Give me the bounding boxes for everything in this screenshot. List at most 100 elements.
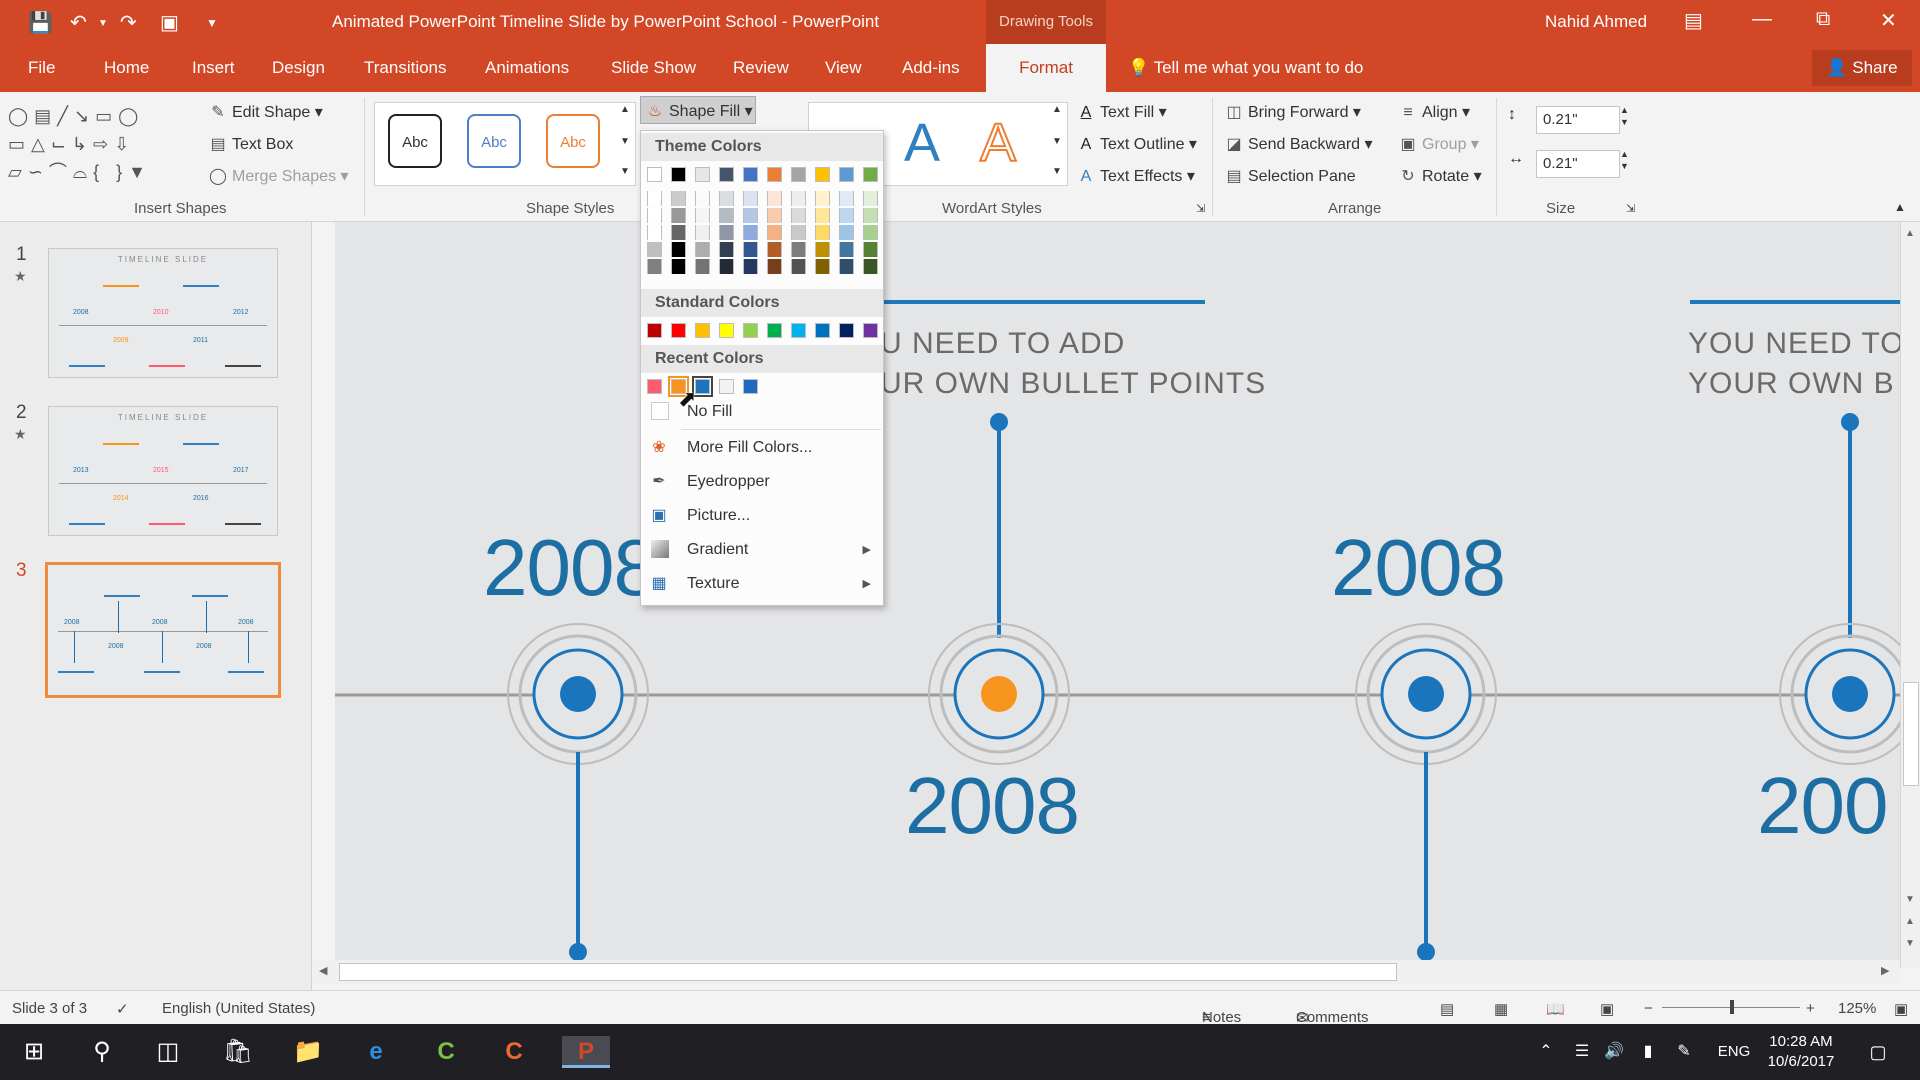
edit-shape-button[interactable]: ✎ Edit Shape ▾ xyxy=(208,102,322,122)
tab-review[interactable]: Review xyxy=(733,58,789,78)
theme-color-shade-swatch[interactable] xyxy=(719,208,734,223)
theme-color-shade-swatch[interactable] xyxy=(815,225,830,240)
theme-color-shade-swatch[interactable] xyxy=(839,191,854,206)
windows-start-icon[interactable]: ⊞ xyxy=(14,1036,54,1068)
zoom-slider-thumb[interactable] xyxy=(1730,1000,1734,1014)
theme-color-shade-swatch[interactable] xyxy=(743,242,758,257)
shape-style-orange[interactable]: Abc xyxy=(546,114,600,168)
theme-color-swatch[interactable] xyxy=(671,167,686,182)
height-spinner-icon[interactable]: ▲ ▼ xyxy=(1620,104,1629,128)
powerpoint-taskbar-icon[interactable]: P xyxy=(562,1036,610,1068)
wordart-scroll-up-icon[interactable]: ▲ xyxy=(1052,104,1062,115)
wordart-more-icon[interactable]: ▼ xyxy=(1052,166,1062,177)
theme-color-shade-swatch[interactable] xyxy=(767,208,782,223)
theme-color-shade-swatch[interactable] xyxy=(647,259,662,274)
theme-color-swatch[interactable] xyxy=(695,167,710,182)
theme-color-shade-swatch[interactable] xyxy=(719,259,734,274)
file-explorer-icon[interactable]: 📁 xyxy=(288,1036,328,1068)
eyedropper-option[interactable]: ✒ Eyedropper xyxy=(641,467,883,497)
styles-scroll-up-icon[interactable]: ▲ xyxy=(620,104,630,115)
standard-color-swatch[interactable] xyxy=(767,323,782,338)
theme-color-shade-swatch[interactable] xyxy=(671,208,686,223)
customize-toolbar-icon[interactable]: ▼ xyxy=(206,16,218,30)
shape-width-input[interactable]: 0.21" xyxy=(1536,150,1620,178)
recent-color-swatch[interactable] xyxy=(692,376,713,397)
theme-color-swatch[interactable] xyxy=(839,167,854,182)
slide-thumbnail-3[interactable]: 2008 2008 2008 2008 2008 xyxy=(45,562,281,698)
theme-color-shade-swatch[interactable] xyxy=(767,259,782,274)
language-indicator[interactable]: English (United States) xyxy=(162,1000,315,1017)
theme-color-swatch[interactable] xyxy=(863,167,878,182)
theme-color-shade-swatch[interactable] xyxy=(839,225,854,240)
zoom-out-icon[interactable]: − xyxy=(1644,1000,1653,1017)
timeline-node-2[interactable] xyxy=(928,413,1070,765)
standard-color-swatch[interactable] xyxy=(839,323,854,338)
theme-color-shade-swatch[interactable] xyxy=(647,225,662,240)
standard-color-swatch[interactable] xyxy=(719,323,734,338)
undo-dropdown-icon[interactable]: ▼ xyxy=(98,18,108,29)
theme-color-shade-swatch[interactable] xyxy=(863,259,878,274)
theme-color-shade-swatch[interactable] xyxy=(863,225,878,240)
recent-color-swatch[interactable] xyxy=(743,379,758,394)
user-name[interactable]: Nahid Ahmed xyxy=(1545,12,1647,32)
send-backward-button[interactable]: ◪ Send Backward ▾ xyxy=(1224,134,1372,154)
recorder-icon[interactable]: C xyxy=(494,1036,534,1068)
theme-color-shade-swatch[interactable] xyxy=(695,191,710,206)
slide-thumbnail-1[interactable]: TIMELINE SLIDE 2008 2009 2010 2011 2012 xyxy=(48,248,278,378)
horizontal-scrollbar[interactable]: ◀ ▶ xyxy=(313,960,1900,984)
theme-color-shade-swatch[interactable] xyxy=(791,191,806,206)
merge-shapes-button[interactable]: ◯ Merge Shapes ▾ xyxy=(208,166,349,186)
picture-fill-option[interactable]: ▣ Picture... xyxy=(641,501,883,531)
restore-icon[interactable]: ⧉ xyxy=(1816,8,1830,31)
show-hidden-icons[interactable]: ⌃ xyxy=(1526,1036,1566,1068)
theme-color-shade-swatch[interactable] xyxy=(791,259,806,274)
rotate-button[interactable]: ↻ Rotate ▾ xyxy=(1398,166,1481,186)
undo-icon[interactable]: ↶ xyxy=(70,10,87,35)
theme-color-shade-swatch[interactable] xyxy=(767,225,782,240)
slide-canvas[interactable]: U NEED TO ADD UR OWN BULLET POINTS YOU N… xyxy=(335,222,1900,968)
theme-color-swatch[interactable] xyxy=(743,167,758,182)
width-spinner-icon[interactable]: ▲ ▼ xyxy=(1620,148,1629,172)
theme-color-swatch[interactable] xyxy=(791,167,806,182)
year-label[interactable]: 2008 xyxy=(1331,522,1506,614)
scroll-down-icon[interactable]: ▼ xyxy=(1905,894,1915,905)
horizontal-scroll-thumb[interactable] xyxy=(339,963,1397,981)
slide-thumbnail-2[interactable]: TIMELINE SLIDE 2013 2014 2015 2016 2017 xyxy=(48,406,278,536)
tell-me-search[interactable]: 💡 Tell me what you want to do xyxy=(1128,58,1363,78)
tab-view[interactable]: View xyxy=(825,58,862,78)
store-icon[interactable]: 🛍 xyxy=(218,1036,258,1068)
year-label[interactable]: 2008 xyxy=(905,760,1080,852)
theme-color-shade-swatch[interactable] xyxy=(791,208,806,223)
ribbon-display-options-icon[interactable]: ▤ xyxy=(1684,8,1703,33)
theme-color-shade-swatch[interactable] xyxy=(863,191,878,206)
vertical-scrollbar[interactable]: ▲ ▼ ▲ ▼ xyxy=(1900,222,1920,968)
theme-color-shade-swatch[interactable] xyxy=(647,208,662,223)
theme-color-shade-swatch[interactable] xyxy=(839,208,854,223)
tab-add-ins[interactable]: Add-ins xyxy=(902,58,960,78)
theme-color-swatch[interactable] xyxy=(767,167,782,182)
more-fill-colors-option[interactable]: ❀ More Fill Colors... xyxy=(641,433,883,463)
theme-color-shade-swatch[interactable] xyxy=(671,225,686,240)
slide-sorter-icon[interactable]: ▦ xyxy=(1494,1000,1508,1018)
recent-color-swatch[interactable] xyxy=(719,379,734,394)
tab-slide-show[interactable]: Slide Show xyxy=(611,58,696,78)
close-icon[interactable]: ✕ xyxy=(1880,8,1897,33)
theme-color-swatch[interactable] xyxy=(815,167,830,182)
tab-format[interactable]: Format xyxy=(986,44,1106,92)
theme-color-shade-swatch[interactable] xyxy=(695,242,710,257)
standard-color-swatch[interactable] xyxy=(743,323,758,338)
previous-slide-icon[interactable]: ▲ xyxy=(1905,916,1915,927)
scroll-left-icon[interactable]: ◀ xyxy=(319,964,327,977)
pen-icon[interactable]: ✎ xyxy=(1664,1036,1704,1068)
collapse-ribbon-icon[interactable]: ▲ xyxy=(1894,200,1906,214)
theme-color-shade-swatch[interactable] xyxy=(695,259,710,274)
input-language[interactable]: ENG xyxy=(1714,1036,1754,1068)
theme-color-swatch[interactable] xyxy=(719,167,734,182)
standard-color-swatch[interactable] xyxy=(671,323,686,338)
shape-fill-button[interactable]: ♨ Shape Fill ▾ xyxy=(640,96,756,124)
styles-more-icon[interactable]: ▼ xyxy=(620,166,630,177)
text-fill-button[interactable]: A Text Fill ▾ xyxy=(1076,102,1167,122)
gradient-option[interactable]: Gradient ▶ xyxy=(641,535,883,565)
standard-color-swatch[interactable] xyxy=(647,323,662,338)
shapes-gallery[interactable]: ◯▤╱↘▭◯ ▭△⌙↳⇨⇩ ▱∽⌒⌓{ }▼ xyxy=(8,102,196,186)
